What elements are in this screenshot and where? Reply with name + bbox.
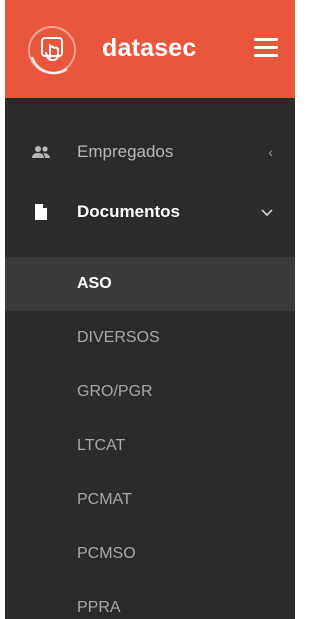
- main-menu: Empregados ‹ Documentos: [5, 122, 295, 242]
- submenu-item-gro-pgr[interactable]: GRO/PGR: [5, 365, 295, 419]
- menu-item-label: Documentos: [77, 202, 180, 221]
- sidebar: datasec Empregados ‹ Documentos ASO DIVE…: [5, 0, 295, 619]
- submenu-item-label: PCMSO: [77, 545, 136, 562]
- menu-item-documentos[interactable]: Documentos: [5, 182, 295, 242]
- datasec-logo-icon: [27, 25, 77, 75]
- submenu-item-label: ASO: [77, 275, 112, 292]
- submenu-item-label: PPRA: [77, 599, 121, 616]
- submenu-item-diversos[interactable]: DIVERSOS: [5, 311, 295, 365]
- submenu-item-ltcat[interactable]: LTCAT: [5, 419, 295, 473]
- submenu-item-ppra[interactable]: PPRA: [5, 581, 295, 619]
- documentos-submenu: ASO DIVERSOS GRO/PGR LTCAT PCMAT PCMSO P…: [5, 257, 295, 619]
- submenu-item-pcmat[interactable]: PCMAT: [5, 473, 295, 527]
- chevron-left-icon: ‹: [268, 144, 273, 160]
- menu-item-label: Empregados: [77, 142, 174, 161]
- chevron-down-icon: [261, 204, 273, 220]
- brand-name: datasec: [102, 34, 197, 62]
- submenu-item-label: LTCAT: [77, 437, 126, 454]
- people-icon: [30, 141, 52, 163]
- submenu-item-pcmso[interactable]: PCMSO: [5, 527, 295, 581]
- menu-item-empregados[interactable]: Empregados ‹: [5, 122, 295, 182]
- hamburger-menu-icon[interactable]: [254, 38, 278, 58]
- sidebar-header: datasec: [5, 0, 295, 98]
- submenu-item-label: DIVERSOS: [77, 329, 160, 346]
- submenu-item-aso[interactable]: ASO: [5, 257, 295, 311]
- submenu-item-label: GRO/PGR: [77, 383, 153, 400]
- submenu-item-label: PCMAT: [77, 491, 132, 508]
- document-icon: [30, 201, 52, 223]
